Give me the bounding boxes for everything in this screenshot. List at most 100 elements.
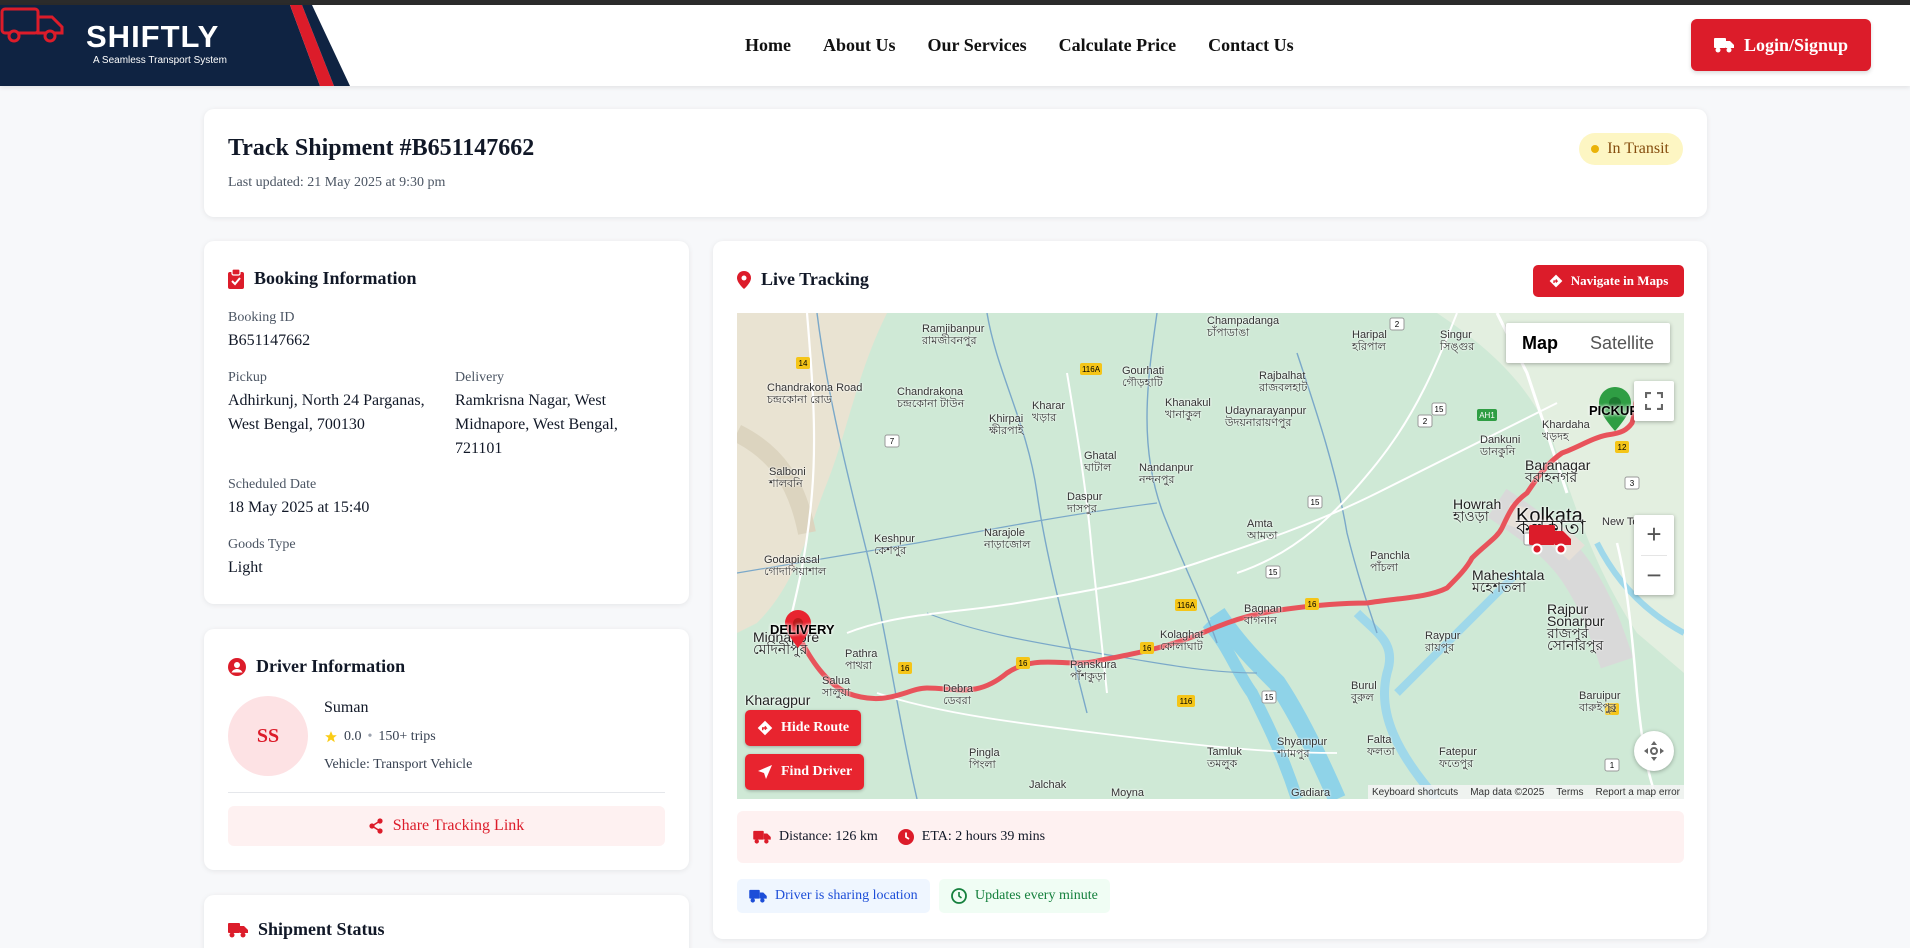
map-type-map-button[interactable]: Map [1506, 323, 1574, 363]
share-icon [369, 818, 383, 834]
nav-contact[interactable]: Contact Us [1208, 35, 1294, 56]
eta-text: ETA: 2 hours 39 mins [921, 829, 1046, 844]
nav-about[interactable]: About Us [823, 35, 896, 56]
map-city-label: Khirpai ক্ষীরপাই [989, 413, 1024, 437]
find-driver-label: Find Driver [781, 764, 853, 779]
map-city-label: Daspur দাসপুর [1067, 491, 1103, 515]
driver-meta: 0.0 • 150+ trips [324, 729, 436, 745]
share-tracking-link-button[interactable]: Share Tracking Link [228, 806, 665, 846]
shipment-status-title: Shipment Status [258, 919, 385, 939]
truck-icon [749, 889, 767, 903]
star-icon [325, 731, 337, 743]
road-shield: 1 [1610, 761, 1615, 770]
shipment-status-card: Shipment Status [204, 895, 689, 948]
road-shield: 15 [1269, 568, 1278, 577]
brand-logo[interactable]: SHIFTLY A Seamless Transport System [0, 5, 350, 86]
map-city-label: Singur সিঙ্গুর [1440, 329, 1475, 353]
map-city-label: Rajbalhat রাজবলহাট [1259, 370, 1308, 394]
navigate-in-maps-button[interactable]: Navigate in Maps [1533, 265, 1684, 297]
meta-separator: • [367, 729, 373, 744]
terms-link[interactable]: Terms [1556, 787, 1583, 798]
driver-rating: 0.0 [344, 729, 362, 744]
delivery-label: Delivery [455, 370, 504, 385]
map-pin-icon [737, 270, 751, 289]
pickup-marker-label: PICKUP [1589, 403, 1639, 418]
eta-item: ETA: 2 hours 39 mins [897, 829, 1046, 845]
user-circle-icon [228, 657, 246, 676]
road-shield: 15 [1311, 498, 1320, 507]
map-city-label: Fatepur ফতেপুর [1439, 746, 1477, 770]
nav-home[interactable]: Home [745, 35, 791, 56]
driver-info-card: Driver Information SS Suman 0.0 • 150+ t… [204, 629, 689, 870]
shipment-title-card: Track Shipment #B651147662 Last updated:… [204, 109, 1707, 217]
fullscreen-button[interactable] [1634, 381, 1674, 421]
zoom-in-button[interactable]: + [1646, 515, 1661, 555]
map-city-label: Kharagpur [745, 692, 811, 708]
hide-route-button[interactable]: Hide Route [745, 710, 862, 746]
keyboard-shortcuts-link[interactable]: Keyboard shortcuts [1372, 787, 1458, 798]
map-city-label: Shyampur শ্যামপুর [1277, 736, 1328, 760]
road-shield: 16 [1019, 659, 1028, 668]
truck-icon [1713, 38, 1734, 53]
fullscreen-icon [1645, 392, 1663, 410]
road-shield: 7 [890, 437, 895, 446]
divider [228, 792, 665, 793]
truck-icon [228, 922, 248, 937]
goods-type-value: Light [228, 559, 263, 576]
scheduled-date-label: Scheduled Date [228, 477, 317, 492]
map-city-label: Chandrakona Road চন্দ্রকোনা রোড [767, 382, 863, 406]
road-shield: 15 [1265, 693, 1274, 702]
road-shield: 14 [799, 359, 808, 368]
pan-control-button[interactable] [1634, 731, 1674, 771]
find-driver-button[interactable]: Find Driver [745, 754, 865, 790]
map-city-label: Ghatal ঘাটাল [1084, 450, 1117, 474]
login-signup-button[interactable]: Login/Signup [1691, 19, 1871, 71]
road-shield: AH1 [1479, 411, 1495, 420]
report-map-error-link[interactable]: Report a map error [1596, 787, 1680, 798]
map-city-label: Rajpur Sonarpur রাজপুর সোনারপুর [1547, 601, 1605, 653]
delivery-marker-label: DELIVERY [770, 622, 835, 637]
hide-route-label: Hide Route [781, 720, 850, 735]
road-shield: 2 [1423, 417, 1428, 426]
driver-sharing-location-badge: Driver is sharing location [737, 879, 930, 913]
page-title: Track Shipment #B651147662 [228, 135, 535, 161]
map-city-label: Tamluk তমলুক [1207, 746, 1242, 770]
site-header: SHIFTLY A Seamless Transport System Home… [0, 5, 1910, 86]
map-city-label: Udaynarayanpur উদয়নারায়ণপুর [1225, 405, 1307, 429]
map-city-label: Narajole নাড়াজোল [984, 527, 1031, 551]
nav-services[interactable]: Our Services [928, 35, 1027, 56]
booking-info-heading: Booking Information [228, 268, 417, 289]
clock-icon [951, 888, 967, 904]
road-shield: 2 [1395, 320, 1400, 329]
map-city-label: Raypur রায়পুর [1425, 630, 1461, 654]
tracking-map[interactable]: 14 7 116A 2 15 AH1 12 3 6 116A 116 12 1 … [737, 313, 1684, 799]
map-city-label: Nandanpur নন্দনপুর [1139, 462, 1194, 486]
navigate-in-maps-label: Navigate in Maps [1570, 273, 1669, 288]
map-attribution: Keyboard shortcuts Map data ©2025 Terms … [1368, 785, 1684, 799]
nav-calculate-price[interactable]: Calculate Price [1059, 35, 1176, 56]
status-badge: In Transit [1579, 133, 1683, 165]
delivery-address-line: 721101 [455, 440, 503, 457]
pickup-address-line: Adhirkunj, North 24 Parganas, [228, 392, 425, 409]
updates-frequency-badge: Updates every minute [939, 879, 1110, 913]
map-type-satellite-button[interactable]: Satellite [1574, 323, 1670, 363]
brand-name: SHIFTLY [86, 19, 220, 54]
status-badge-label: In Transit [1607, 140, 1669, 157]
live-tracking-heading: Live Tracking [737, 269, 869, 290]
driver-truck-icon[interactable] [1529, 523, 1571, 555]
driver-trips: 150+ trips [378, 729, 436, 744]
map-city-label: Khardaha খড়দহ [1542, 419, 1590, 443]
delivery-address: Ramkrisna Nagar, West Midnapore, West Be… [455, 389, 618, 461]
road-shield: 16 [901, 664, 910, 673]
road-shield: 15 [1435, 405, 1444, 414]
share-tracking-link-label: Share Tracking Link [392, 817, 525, 834]
map-city-label: Bagnan বাগনান [1244, 603, 1282, 627]
delivery-address-line: Midnapore, West Bengal, [455, 416, 618, 433]
driver-info-title: Driver Information [256, 656, 406, 676]
map-city-label: Debra ডেবরা [943, 683, 973, 707]
road-shield: 16 [1308, 600, 1317, 609]
map-city-label: Dankuni ডানকুনি [1480, 434, 1521, 458]
pickup-address-line: West Bengal, 700130 [228, 416, 365, 433]
zoom-out-button[interactable]: − [1646, 555, 1661, 595]
map-city-label: Baranagar বরাহনগর [1525, 457, 1591, 485]
